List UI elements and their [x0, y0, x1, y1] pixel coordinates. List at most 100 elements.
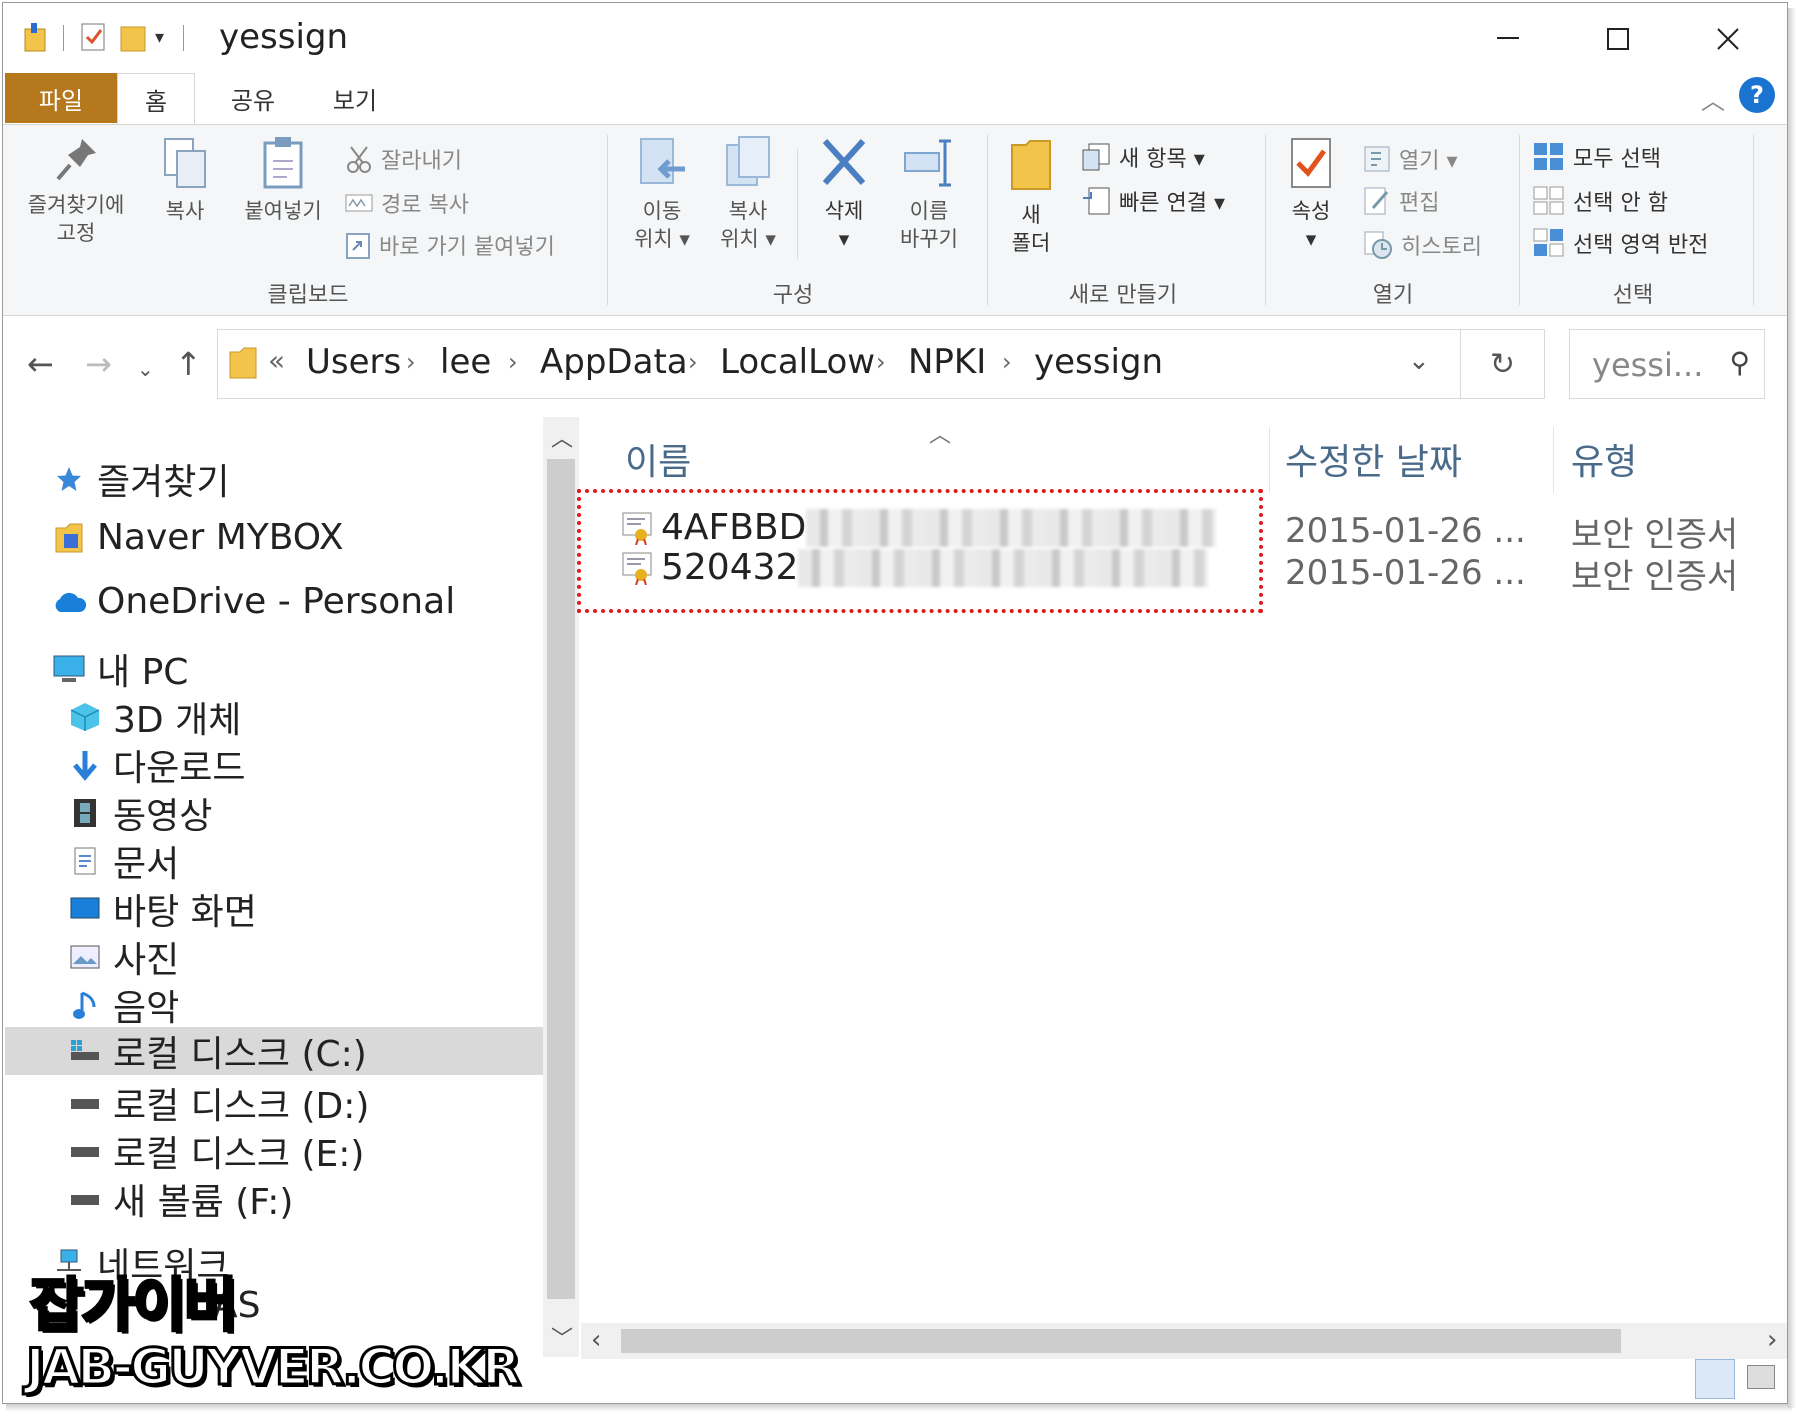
easy-access-button[interactable]: 빠른 연결 ▾	[1081, 185, 1225, 217]
copy-to-button[interactable]: 복사 위치 ▾	[707, 135, 789, 253]
minimize-ribbon-icon[interactable]: ︿	[1701, 81, 1725, 116]
crumb-appdata[interactable]: AppData	[540, 342, 688, 382]
search-box[interactable]: yessi... ⚲	[1569, 329, 1765, 399]
details-view-icon[interactable]	[1695, 1359, 1735, 1399]
easy-access-icon	[1083, 187, 1110, 215]
address-dropdown-icon[interactable]: ⌄	[1408, 346, 1430, 376]
help-icon[interactable]: ?	[1739, 77, 1775, 113]
paste-shortcut-button[interactable]: 바로 가기 붙여넣기	[345, 229, 555, 261]
properties-quick-icon[interactable]	[21, 21, 51, 53]
maximize-button[interactable]	[1563, 11, 1673, 67]
refresh-icon[interactable]: ↻	[1460, 330, 1544, 398]
ribbon-tabs: 파일 홈 공유 보기 ︿ ?	[3, 73, 1787, 125]
properties-button[interactable]: 속성 ▾	[1275, 135, 1347, 253]
open-button[interactable]: 열기 ▾	[1363, 143, 1458, 175]
scroll-thumb[interactable]	[621, 1329, 1621, 1353]
up-arrow-icon[interactable]: ↑	[175, 345, 202, 383]
nav-onedrive[interactable]: OneDrive - Personal	[51, 581, 455, 622]
crumb-separator-icon[interactable]: ›	[508, 348, 518, 376]
crumb-separator-icon[interactable]: ›	[876, 348, 886, 376]
mybox-icon	[51, 520, 87, 556]
nav-documents[interactable]: 문서	[67, 835, 179, 887]
pin-to-quick-access-button[interactable]: 즐겨찾기에 고정	[15, 135, 137, 247]
scroll-up-icon[interactable]: ︿	[551, 421, 573, 453]
nav-3d-objects[interactable]: 3D 개체	[67, 691, 241, 743]
delete-button[interactable]: 삭제 ▾	[803, 135, 885, 253]
tab-file[interactable]: 파일	[5, 73, 117, 123]
nav-vertical-scrollbar[interactable]: ︿ ﹀	[543, 417, 579, 1357]
copy-button[interactable]: 복사	[149, 135, 221, 225]
paste-icon	[263, 137, 303, 189]
nav-downloads[interactable]: 다운로드	[67, 739, 245, 791]
minimize-button[interactable]	[1453, 11, 1563, 67]
column-header-modified[interactable]: 수정한 날짜	[1285, 433, 1462, 485]
customize-toolbar-icon[interactable]: ▾	[155, 27, 164, 48]
tab-home[interactable]: 홈	[117, 73, 195, 125]
nav-naver-mybox[interactable]: Naver MYBOX	[51, 517, 344, 558]
tab-share[interactable]: 공유	[213, 73, 293, 123]
nav-drive-e[interactable]: 로컬 디스크 (E:)	[67, 1125, 364, 1177]
crumb-separator-icon[interactable]: ›	[1002, 348, 1012, 376]
crumb-users[interactable]: Users	[306, 342, 401, 382]
crumb-lee[interactable]: lee	[440, 342, 491, 382]
folder-quick-icon[interactable]	[119, 21, 147, 53]
crumb-separator-icon[interactable]: ›	[406, 348, 416, 376]
new-folder-button[interactable]: 새 폴더	[995, 135, 1067, 257]
forward-arrow-icon[interactable]: →	[85, 345, 112, 383]
select-all-button[interactable]: 모두 선택	[1533, 141, 1661, 173]
nav-this-pc[interactable]: 내 PC	[51, 643, 188, 695]
nav-drive-c[interactable]: 로컬 디스크 (C:)	[5, 1027, 543, 1075]
history-label: 히스토리	[1401, 235, 1482, 260]
nav-videos[interactable]: 동영상	[67, 787, 212, 839]
tab-view[interactable]: 보기	[315, 73, 395, 123]
rename-label-2: 바꾸기	[900, 227, 958, 251]
delete-label: 삭제	[824, 199, 864, 223]
open-icon	[1364, 146, 1390, 172]
checkbox-quick-icon[interactable]	[79, 21, 107, 53]
back-arrow-icon[interactable]: ←	[27, 345, 54, 383]
crumb-locallow[interactable]: LocalLow	[720, 342, 875, 382]
download-arrow-icon	[67, 747, 103, 783]
invert-selection-button[interactable]: 선택 영역 반전	[1533, 227, 1708, 259]
select-none-button[interactable]: 선택 안 함	[1533, 185, 1668, 217]
group-label-organize: 구성	[772, 283, 814, 308]
rename-label-1: 이름	[909, 199, 949, 223]
large-icons-view-icon[interactable]	[1747, 1365, 1775, 1389]
edit-button[interactable]: 편집	[1363, 185, 1439, 217]
copy-path-button[interactable]: 경로 복사	[345, 187, 469, 219]
open-label: 열기 ▾	[1399, 149, 1458, 174]
close-button[interactable]	[1673, 11, 1783, 67]
move-to-button[interactable]: 이동 위치 ▾	[621, 135, 703, 253]
recent-locations-chevron-icon[interactable]: ⌄	[137, 357, 154, 381]
drive-icon	[67, 1085, 103, 1121]
search-icon[interactable]: ⚲	[1729, 346, 1750, 379]
nav-label: 사진	[113, 940, 180, 981]
nav-label: 즐겨찾기	[97, 462, 230, 503]
file-list-horizontal-scrollbar[interactable]: ‹ ›	[581, 1323, 1787, 1359]
rename-button[interactable]: 이름 바꾸기	[881, 135, 977, 253]
paste-button[interactable]: 붙여넣기	[231, 135, 335, 225]
nav-pictures[interactable]: 사진	[67, 931, 179, 983]
column-header-type[interactable]: 유형	[1571, 433, 1637, 485]
address-overflow[interactable]: «	[268, 344, 285, 377]
address-bar[interactable]: « Users › lee › AppData › LocalLow › NPK…	[217, 329, 1545, 399]
easy-access-label: 빠른 연결 ▾	[1119, 191, 1225, 216]
scroll-left-icon[interactable]: ‹	[591, 1325, 601, 1355]
scroll-right-icon[interactable]: ›	[1767, 1325, 1777, 1355]
nav-drive-f[interactable]: 새 볼륨 (F:)	[67, 1173, 293, 1225]
cloud-icon	[51, 584, 87, 620]
new-item-button[interactable]: 새 항목 ▾	[1081, 141, 1205, 173]
nav-drive-d[interactable]: 로컬 디스크 (D:)	[67, 1077, 369, 1129]
ribbon-home: 즐겨찾기에 고정 복사 붙여넣기 잘라내기 경로 복사 바로 가기 붙여넣기 클…	[3, 124, 1787, 316]
history-button[interactable]: 히스토리	[1363, 229, 1482, 261]
scroll-down-icon[interactable]: ﹀	[551, 1321, 573, 1353]
column-header-name[interactable]: 이름	[625, 433, 691, 485]
nav-quick-access[interactable]: 즐겨찾기	[51, 453, 229, 505]
scroll-thumb[interactable]	[547, 459, 575, 1299]
nav-music[interactable]: 음악	[67, 979, 179, 1031]
nav-desktop[interactable]: 바탕 화면	[67, 883, 257, 935]
crumb-npki[interactable]: NPKI	[908, 342, 986, 382]
cut-button[interactable]: 잘라내기	[345, 143, 462, 175]
crumb-separator-icon[interactable]: ›	[688, 348, 698, 376]
crumb-yessign[interactable]: yessign	[1034, 342, 1163, 382]
